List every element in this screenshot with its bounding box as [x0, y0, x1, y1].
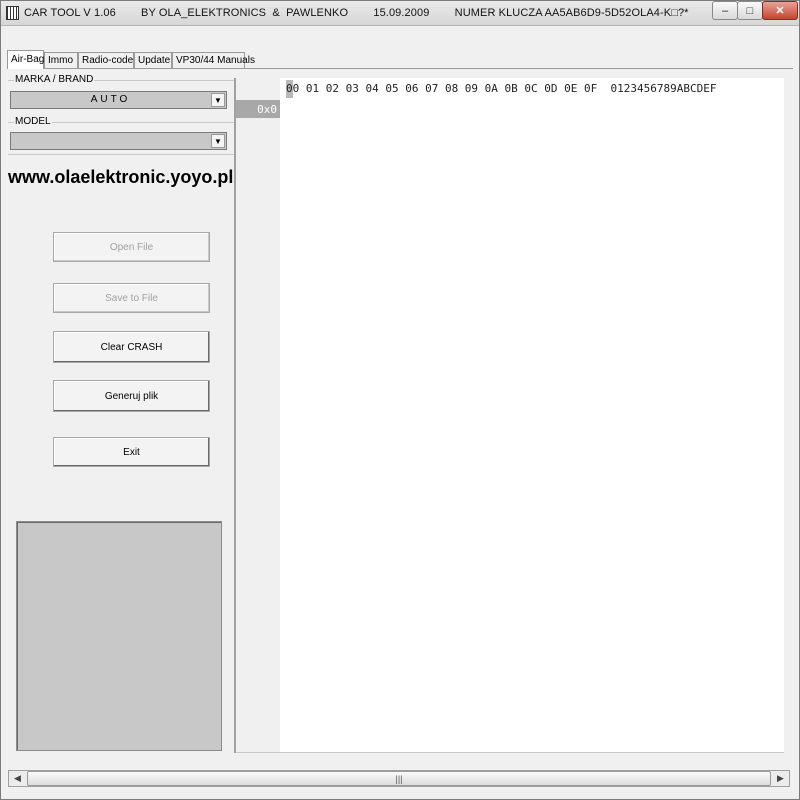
minimize-icon: –: [721, 4, 729, 17]
save-to-file-label: Save to File: [105, 292, 158, 304]
tab-divider: [7, 68, 793, 69]
close-icon: ✕: [775, 5, 785, 17]
tab-label: Immo: [48, 55, 73, 66]
scrollbar-thumb[interactable]: |||: [27, 771, 771, 786]
open-file-label: Open File: [109, 241, 154, 253]
clear-crash-label: Clear CRASH: [100, 341, 163, 353]
hex-address-gutter: [236, 78, 280, 752]
tab-label: Air-Bag: [11, 54, 45, 65]
title-bar: CAR TOOL V 1.06 BY OLA_ELEKTRONICS & PAW…: [0, 0, 800, 26]
tab-air-bag[interactable]: Air-Bag: [7, 50, 44, 69]
app-icon: [6, 6, 19, 20]
model-label: MODEL: [14, 116, 52, 127]
hex-editor-bottom-border: [236, 752, 784, 753]
chevron-down-icon[interactable]: ▼: [211, 93, 225, 107]
exit-button[interactable]: Exit: [53, 437, 210, 467]
scroll-right-icon[interactable]: ▶: [772, 771, 789, 786]
preview-panel: [16, 521, 222, 751]
close-button[interactable]: ✕: [762, 1, 798, 20]
brand-label: MARKA / BRAND: [14, 74, 95, 85]
tab-vp30-44-manuals[interactable]: VP30/44 Manuals: [172, 52, 255, 68]
generuj-plik-label: Generuj plik: [104, 390, 159, 402]
hex-editor[interactable]: 00 01 02 03 04 05 06 07 08 09 0A 0B 0C 0…: [236, 78, 784, 752]
brand-select[interactable]: AUTO ▼: [10, 91, 227, 109]
save-to-file-button[interactable]: Save to File: [53, 283, 210, 313]
generuj-plik-button[interactable]: Generuj plik: [53, 380, 210, 412]
hex-row-address: 0x0: [236, 100, 280, 118]
exit-label: Exit: [123, 446, 140, 458]
tab-label: VP30/44 Manuals: [176, 55, 255, 66]
grip-icon: |||: [395, 773, 403, 784]
tab-label: Radio-code: [82, 55, 134, 66]
scroll-left-icon[interactable]: ◀: [9, 771, 26, 786]
minimize-button[interactable]: –: [712, 1, 738, 20]
tab-update[interactable]: Update: [134, 52, 172, 68]
maximize-button[interactable]: □: [737, 1, 763, 20]
window-title: CAR TOOL V 1.06 BY OLA_ELEKTRONICS & PAW…: [24, 7, 689, 19]
model-select[interactable]: ▼: [10, 132, 227, 150]
tab-immo[interactable]: Immo: [44, 52, 78, 68]
maximize-icon: □: [746, 4, 754, 17]
model-group-bottom: [8, 154, 234, 155]
open-file-button[interactable]: Open File: [53, 232, 210, 262]
hex-column-header: 00 01 02 03 04 05 06 07 08 09 0A 0B 0C 0…: [286, 82, 717, 95]
tab-label: Update: [138, 55, 171, 66]
brand-select-value: AUTO: [90, 94, 131, 105]
tab-radio-code[interactable]: Radio-code: [78, 52, 134, 68]
horizontal-scrollbar[interactable]: ◀ ||| ▶: [8, 770, 790, 787]
clear-crash-button[interactable]: Clear CRASH: [53, 331, 210, 363]
website-label: www.olaelektronic.yoyo.pl: [8, 167, 234, 187]
chevron-down-icon[interactable]: ▼: [211, 134, 225, 148]
